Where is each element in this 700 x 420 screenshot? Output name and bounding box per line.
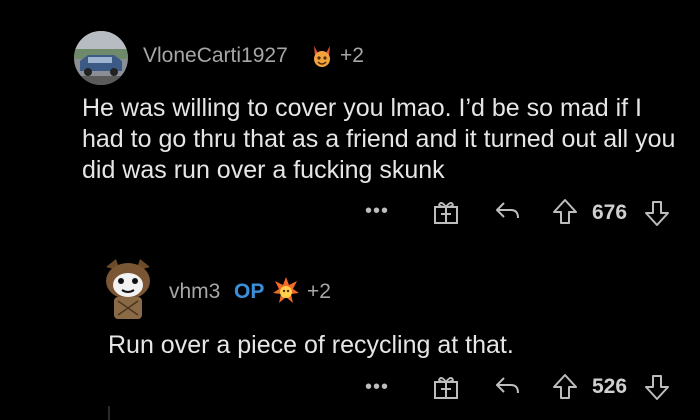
gift-icon[interactable] xyxy=(433,374,459,405)
more-icon[interactable]: ••• xyxy=(365,200,389,223)
username[interactable]: vhm3 xyxy=(169,280,220,304)
vote-score: 526 xyxy=(592,375,628,398)
award-count: +2 xyxy=(307,280,331,303)
reply-icon[interactable] xyxy=(495,374,521,403)
downvote-icon[interactable] xyxy=(644,199,670,232)
award-icon[interactable] xyxy=(311,44,333,70)
award-count: +2 xyxy=(340,44,364,67)
op-badge: OP xyxy=(234,280,265,303)
username[interactable]: VloneCarti1927 xyxy=(143,44,288,68)
comment-body: Run over a piece of recycling at that. xyxy=(108,331,514,359)
award-icon[interactable] xyxy=(272,276,300,306)
gift-icon[interactable] xyxy=(433,199,459,230)
vote-score: 676 xyxy=(592,201,628,224)
reply-icon[interactable] xyxy=(495,199,521,228)
upvote-icon[interactable] xyxy=(552,198,578,231)
thread-line xyxy=(108,406,110,420)
more-icon[interactable]: ••• xyxy=(365,376,389,399)
upvote-icon[interactable] xyxy=(552,373,578,406)
avatar[interactable] xyxy=(98,257,158,321)
avatar[interactable] xyxy=(74,31,128,85)
comment-body: He was willing to cover you lmao. I’d be… xyxy=(82,94,676,184)
downvote-icon[interactable] xyxy=(644,373,670,406)
